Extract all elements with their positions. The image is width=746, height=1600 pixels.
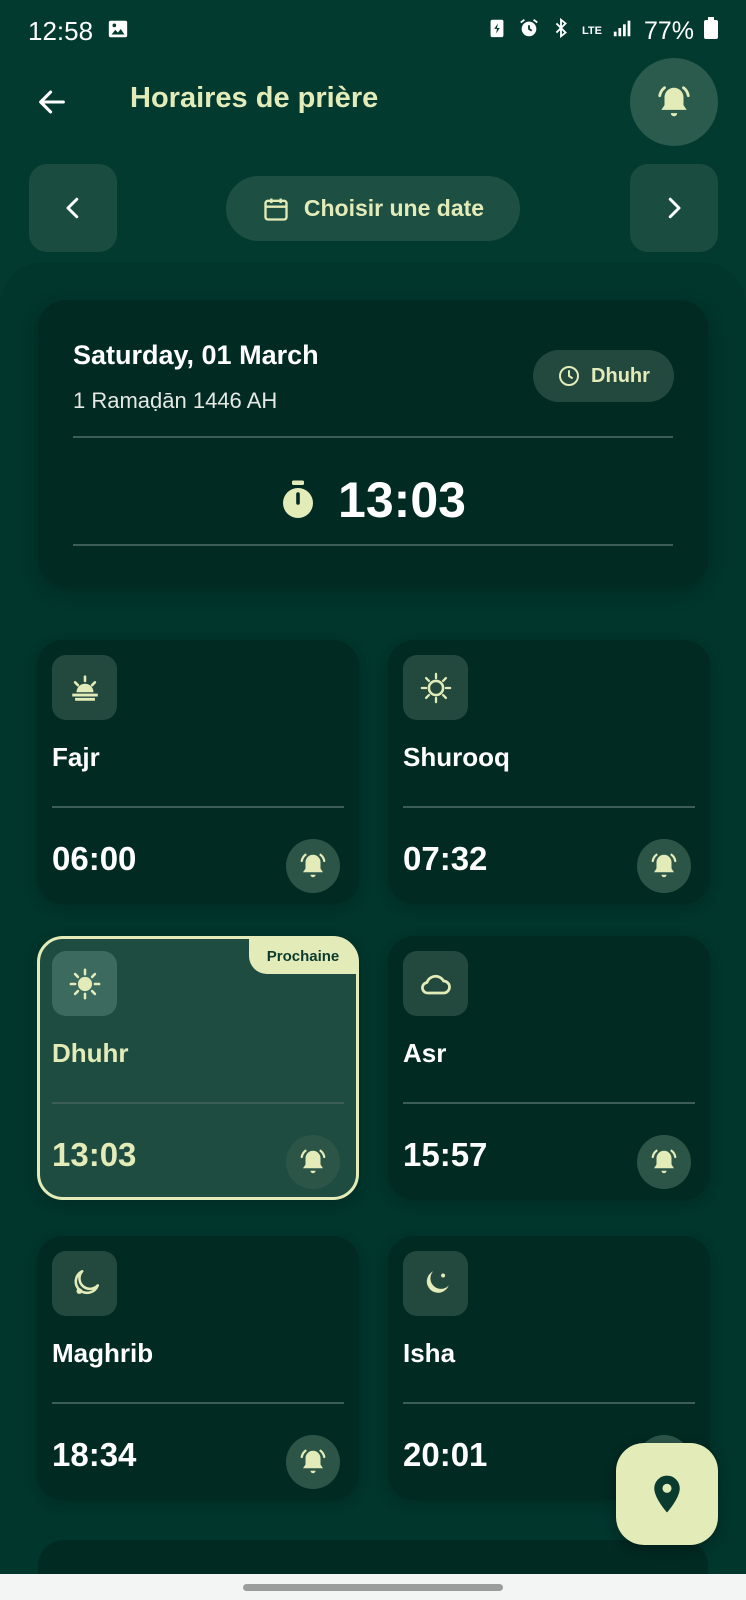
divider bbox=[403, 806, 695, 808]
hijri-date: 1 Ramaḍān 1446 AH bbox=[73, 388, 278, 413]
prayer-icon-box bbox=[52, 951, 117, 1016]
choose-date-button[interactable]: Choisir une date bbox=[226, 176, 520, 241]
battery-percent: 77% bbox=[643, 16, 694, 45]
battery-saver-icon bbox=[486, 17, 508, 46]
next-prayer-chip-label: Dhuhr bbox=[591, 364, 650, 387]
page-title: Horaires de prière bbox=[130, 82, 379, 114]
next-day-button[interactable] bbox=[630, 164, 718, 252]
countdown-time: 13:03 bbox=[338, 472, 466, 528]
bell-ringing-icon bbox=[300, 1449, 326, 1474]
prayer-time: 18:34 bbox=[52, 1436, 137, 1473]
back-button[interactable] bbox=[28, 78, 76, 126]
chevron-right-icon bbox=[668, 197, 681, 219]
prayer-icon-box bbox=[403, 1251, 468, 1316]
cloud-icon bbox=[420, 974, 451, 994]
divider bbox=[52, 1402, 344, 1404]
bell-ringing-icon bbox=[651, 853, 677, 878]
prayer-name: Shurooq bbox=[403, 742, 510, 772]
prayer-card-asr[interactable]: Asr 15:57 bbox=[388, 936, 710, 1200]
prayer-time: 20:01 bbox=[403, 1436, 488, 1473]
sun-outline-icon bbox=[420, 672, 451, 703]
bell-ringing-icon bbox=[300, 853, 326, 878]
next-prayer-chip[interactable]: Dhuhr bbox=[533, 350, 674, 402]
countdown: 13:03 bbox=[38, 460, 708, 540]
divider bbox=[403, 1402, 695, 1404]
location-pin-icon bbox=[654, 1475, 680, 1513]
app-bar: Horaires de prière bbox=[0, 58, 746, 148]
prayer-card-maghrib[interactable]: Maghrib 18:34 bbox=[37, 1236, 359, 1500]
prayer-alarm-toggle[interactable] bbox=[637, 1135, 691, 1189]
prayer-name: Fajr bbox=[52, 742, 100, 772]
bell-ringing-icon bbox=[658, 86, 690, 117]
prayer-alarm-toggle[interactable] bbox=[286, 839, 340, 893]
prayer-time: 07:32 bbox=[403, 840, 488, 877]
prayer-alarm-toggle[interactable] bbox=[286, 1435, 340, 1489]
lte-label: LTE bbox=[581, 24, 602, 37]
crescent-icon bbox=[426, 1270, 449, 1293]
prayer-time: 13:03 bbox=[52, 1136, 137, 1173]
prayer-name: Dhuhr bbox=[52, 1038, 129, 1068]
bell-ringing-icon bbox=[651, 1149, 677, 1174]
prayer-name: Asr bbox=[403, 1038, 447, 1068]
prayer-name: Isha bbox=[403, 1338, 456, 1368]
date-card: Saturday, 01 March 1 Ramaḍān 1446 AH Dhu… bbox=[38, 300, 708, 586]
battery-icon bbox=[704, 16, 718, 46]
prayer-icon-box bbox=[403, 655, 468, 720]
previous-day-button[interactable] bbox=[29, 164, 117, 252]
prayer-time: 06:00 bbox=[52, 840, 137, 877]
prayer-card-fajr[interactable]: Fajr 06:00 bbox=[37, 640, 359, 904]
prayer-time: 15:57 bbox=[403, 1136, 488, 1173]
bluetooth-icon bbox=[550, 17, 572, 46]
status-time: 12:58 bbox=[28, 15, 94, 46]
prayer-name: Maghrib bbox=[52, 1338, 154, 1368]
prayer-alarm-toggle[interactable] bbox=[286, 1135, 340, 1189]
status-bar: 12:58 LTE 77% bbox=[0, 0, 746, 62]
clock-icon bbox=[559, 366, 580, 386]
chevron-left-icon bbox=[66, 197, 79, 219]
bell-ringing-icon bbox=[300, 1149, 326, 1174]
home-handle[interactable] bbox=[243, 1583, 503, 1591]
crescent-outline-icon bbox=[74, 1269, 99, 1294]
timer-icon bbox=[283, 480, 314, 518]
gregorian-date: Saturday, 01 March bbox=[73, 340, 319, 370]
prayer-icon-box bbox=[403, 951, 468, 1016]
prayer-icon-box bbox=[52, 1251, 117, 1316]
sun-icon bbox=[69, 968, 100, 999]
divider bbox=[73, 436, 673, 438]
divider bbox=[73, 544, 673, 546]
location-button[interactable] bbox=[616, 1443, 718, 1545]
image-notification-icon bbox=[107, 16, 129, 47]
prayer-card-shurooq[interactable]: Shurooq 07:32 bbox=[388, 640, 710, 904]
alarm-icon bbox=[518, 17, 540, 46]
date-navigation: Choisir une date bbox=[0, 164, 746, 252]
divider bbox=[403, 1102, 695, 1104]
status-right: LTE 77% bbox=[486, 16, 718, 46]
divider bbox=[52, 806, 344, 808]
prayer-alarm-toggle[interactable] bbox=[637, 839, 691, 893]
prayer-card-dhuhr[interactable]: Prochaine Dhuhr 13:03 bbox=[37, 936, 359, 1200]
prayer-icon-box bbox=[52, 655, 117, 720]
calendar-icon bbox=[264, 198, 288, 221]
choose-date-label: Choisir une date bbox=[303, 195, 485, 221]
signal-icon bbox=[612, 17, 634, 46]
divider bbox=[52, 1102, 344, 1104]
next-prayer-badge: Prochaine bbox=[249, 938, 357, 974]
system-navigation-bar bbox=[0, 1574, 746, 1600]
sunrise-icon bbox=[71, 674, 98, 701]
status-left: 12:58 bbox=[28, 16, 129, 47]
arrow-left-icon bbox=[39, 90, 65, 114]
notifications-button[interactable] bbox=[630, 58, 718, 146]
